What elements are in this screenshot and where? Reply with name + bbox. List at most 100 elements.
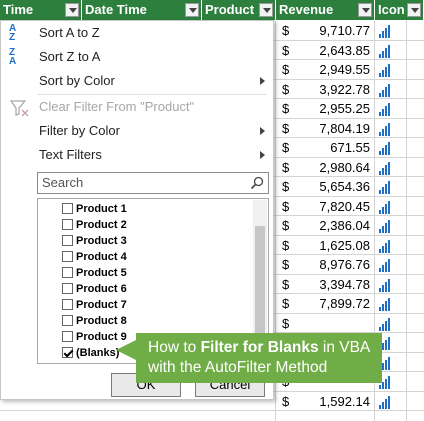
- revenue-value: 3,394.78: [319, 276, 370, 292]
- revenue-cell[interactable]: $3,922.78: [276, 80, 374, 99]
- currency-symbol: $: [282, 218, 290, 233]
- grid-line: [0, 410, 424, 411]
- search-placeholder: Search: [42, 175, 84, 190]
- revenue-cell[interactable]: $2,955.25: [276, 99, 374, 118]
- icon-filter-button[interactable]: [407, 3, 421, 17]
- submenu-arrow-icon: [260, 127, 265, 135]
- revenue-cell[interactable]: $1,592.14: [276, 392, 374, 411]
- filter-item-label: (Blanks): [76, 347, 120, 359]
- sort-z-to-a-label: Sort Z to A: [39, 49, 101, 64]
- sort-a-z-icon: AZ: [9, 23, 17, 43]
- callout-banner: How to Filter for Blanks in VBA with the…: [136, 333, 382, 383]
- revenue-cell[interactable]: $3,394.78: [276, 275, 374, 294]
- signal-bars-icon: [379, 44, 393, 58]
- revenue-value: 7,899.72: [319, 296, 370, 311]
- revenue-value: 671.55: [330, 140, 370, 155]
- header-time[interactable]: Time: [0, 0, 82, 20]
- revenue-value: 7,820.45: [319, 198, 370, 214]
- revenue-value: 1,625.08: [319, 237, 370, 253]
- revenue-cell[interactable]: $7,804.19: [276, 119, 374, 138]
- currency-symbol: $: [282, 140, 290, 155]
- revenue-cell[interactable]: $2,949.55: [276, 60, 374, 79]
- filter-item-label: Product 5: [76, 267, 127, 279]
- currency-symbol: $: [282, 257, 290, 272]
- text-filters-label: Text Filters: [39, 147, 102, 162]
- filter-item-label: Product 7: [76, 299, 127, 311]
- callout-pointer: [116, 340, 136, 360]
- filter-item-label: Product 6: [76, 283, 127, 295]
- revenue-cell[interactable]: $7,820.45: [276, 197, 374, 216]
- signal-bars-icon: [379, 83, 393, 97]
- checkbox[interactable]: [62, 251, 73, 262]
- revenue-value: 2,643.85: [319, 42, 370, 58]
- revenue-value: 5,654.36: [319, 179, 370, 194]
- checkbox[interactable]: [62, 315, 73, 326]
- time-filter-button[interactable]: [65, 3, 79, 17]
- header-icon-label: Icon: [378, 2, 405, 17]
- checkbox[interactable]: [62, 347, 73, 358]
- revenue-value: 1,592.14: [319, 393, 370, 409]
- callout-line-1: How to Filter for Blanks in VBA: [148, 338, 382, 358]
- signal-bars-icon: [379, 141, 393, 155]
- revenue-cell[interactable]: $: [276, 314, 374, 333]
- text-filters-item[interactable]: Text Filters: [1, 143, 273, 167]
- revenue-cell[interactable]: $8,976.76: [276, 255, 374, 274]
- revenue-cell[interactable]: $5,654.36: [276, 177, 374, 196]
- callout-text-bold: Filter for Blanks: [200, 339, 319, 356]
- header-icon[interactable]: Icon: [375, 0, 424, 20]
- callout-text-pre: How to: [148, 339, 201, 356]
- checkbox[interactable]: [62, 219, 73, 230]
- header-revenue[interactable]: Revenue: [276, 0, 375, 20]
- currency-symbol: $: [282, 237, 290, 253]
- checkbox[interactable]: [62, 203, 73, 214]
- revenue-filter-button[interactable]: [358, 3, 372, 17]
- sort-by-color-item[interactable]: Sort by Color: [1, 69, 273, 93]
- currency-symbol: $: [282, 23, 290, 38]
- sort-a-to-z-item[interactable]: AZ Sort A to Z: [1, 21, 273, 45]
- revenue-value: 2,386.04: [319, 218, 370, 233]
- clear-filter-icon: [9, 100, 29, 117]
- revenue-cell[interactable]: $9,710.77: [276, 21, 374, 40]
- signal-bars-icon: [379, 297, 393, 311]
- filter-by-color-item[interactable]: Filter by Color: [1, 119, 273, 143]
- header-date-time[interactable]: Date Time: [82, 0, 202, 20]
- revenue-cell[interactable]: $1,625.08: [276, 236, 374, 255]
- revenue-cell[interactable]: $2,386.04: [276, 216, 374, 235]
- currency-symbol: $: [282, 198, 290, 214]
- checkbox[interactable]: [62, 267, 73, 278]
- checkbox[interactable]: [62, 299, 73, 310]
- signal-bars-icon: [379, 63, 393, 77]
- filter-item-label: Product 2: [76, 219, 127, 231]
- search-icon[interactable]: [250, 176, 264, 190]
- callout-line-2: with the AutoFilter Method: [148, 359, 328, 376]
- checkbox[interactable]: [62, 283, 73, 294]
- revenue-value: 8,976.76: [319, 257, 370, 272]
- signal-bars-icon: [379, 258, 393, 272]
- clear-filter-label: Clear Filter From "Product": [39, 99, 195, 114]
- revenue-value: 2,949.55: [319, 62, 370, 77]
- currency-symbol: $: [282, 42, 290, 58]
- header-product[interactable]: Product: [202, 0, 276, 20]
- header-revenue-label: Revenue: [279, 2, 334, 17]
- date-time-filter-button[interactable]: [185, 3, 199, 17]
- checkbox[interactable]: [62, 235, 73, 246]
- signal-bars-icon: [379, 278, 393, 292]
- currency-symbol: $: [282, 179, 290, 194]
- revenue-cell[interactable]: $2,980.64: [276, 158, 374, 177]
- search-input[interactable]: Search: [37, 172, 269, 194]
- sort-a-to-z-label: Sort A to Z: [39, 25, 100, 40]
- clear-filter-item: Clear Filter From "Product": [1, 95, 273, 119]
- sort-z-to-a-item[interactable]: ZA Sort Z to A: [1, 45, 273, 69]
- currency-symbol: $: [282, 276, 290, 292]
- signal-bars-icon: [379, 180, 393, 194]
- currency-symbol: $: [282, 315, 290, 331]
- currency-symbol: $: [282, 120, 290, 136]
- revenue-cell[interactable]: $671.55: [276, 138, 374, 157]
- product-filter-button[interactable]: [259, 3, 273, 17]
- submenu-arrow-icon: [260, 77, 265, 85]
- currency-symbol: $: [282, 159, 290, 175]
- revenue-cell[interactable]: $7,899.72: [276, 294, 374, 313]
- checkbox[interactable]: [62, 331, 73, 342]
- filter-item-label: Product 1: [76, 203, 127, 215]
- revenue-cell[interactable]: $2,643.85: [276, 41, 374, 60]
